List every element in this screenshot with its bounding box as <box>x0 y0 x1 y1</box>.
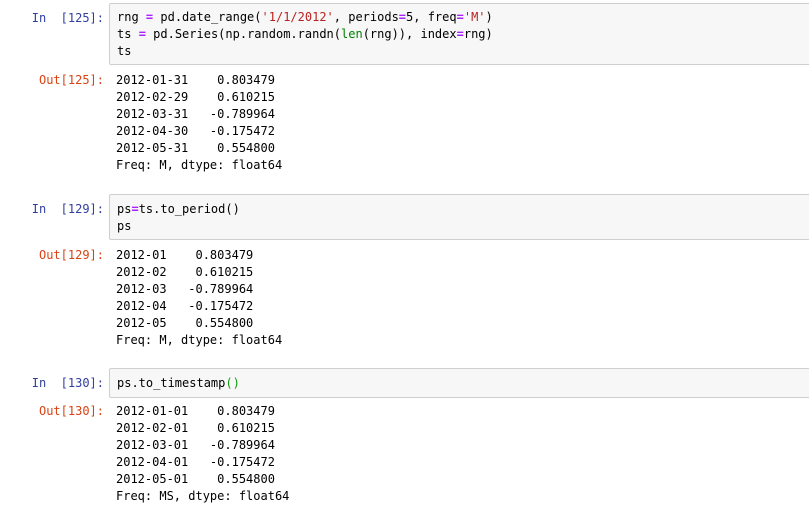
notebook-cell-125[interactable]: In [125]: rng = pd.date_range('1/1/2012'… <box>0 0 809 185</box>
output-line: 2012-04 -0.175472 <box>116 299 254 313</box>
output-dtype-line: Freq: MS, dtype: float64 <box>116 489 290 503</box>
output-line: 2012-02-29 0.610215 <box>116 90 275 104</box>
output-line: 2012-04-01 -0.175472 <box>116 455 275 469</box>
notebook-cell-130[interactable]: In [130]: ps.to_timestamp() Out[130]: 20… <box>0 368 809 509</box>
output-dtype-line: Freq: M, dtype: float64 <box>116 158 283 172</box>
code-line: rng = pd.date_range('1/1/2012', periods=… <box>117 10 493 24</box>
output-line: 2012-03 -0.789964 <box>116 282 254 296</box>
output-line: 2012-04-30 -0.175472 <box>116 124 275 138</box>
output-line: 2012-02 0.610215 <box>116 265 254 279</box>
input-prompt: In [125]: <box>31 11 104 25</box>
output-line: 2012-02-01 0.610215 <box>116 421 275 435</box>
output-line: 2012-05-01 0.554800 <box>116 472 275 486</box>
output-prompt: Out[130]: <box>38 404 104 418</box>
output-line: 2012-05-31 0.554800 <box>116 141 275 155</box>
output-prompt: Out[129]: <box>38 248 104 262</box>
code-input-area[interactable]: rng = pd.date_range('1/1/2012', periods=… <box>109 3 809 65</box>
code-line: ps=ts.to_period() <box>117 202 240 216</box>
output-prompt: Out[125]: <box>38 73 104 87</box>
input-prompt: In [129]: <box>31 202 104 216</box>
output-line: 2012-01 0.803479 <box>116 248 254 262</box>
output-line: 2012-03-01 -0.789964 <box>116 438 275 452</box>
input-prompt: In [130]: <box>31 376 104 390</box>
output-line: 2012-01-01 0.803479 <box>116 404 275 418</box>
code-line: ts <box>117 44 132 58</box>
code-line: ps <box>117 219 132 233</box>
code-input-area[interactable]: ps.to_timestamp() <box>109 368 809 398</box>
code-line: ps.to_timestamp() <box>117 376 240 390</box>
code-input-area[interactable]: ps=ts.to_period() ps <box>109 194 809 240</box>
code-line: ts = pd.Series(np.random.randn(len(rng))… <box>117 27 493 41</box>
output-line: 2012-03-31 -0.789964 <box>116 107 275 121</box>
output-line: 2012-05 0.554800 <box>116 316 254 330</box>
output-dtype-line: Freq: M, dtype: float64 <box>116 333 283 347</box>
output-line: 2012-01-31 0.803479 <box>116 73 275 87</box>
notebook-cell-129[interactable]: In [129]: ps=ts.to_period() ps Out[129]:… <box>0 194 809 354</box>
